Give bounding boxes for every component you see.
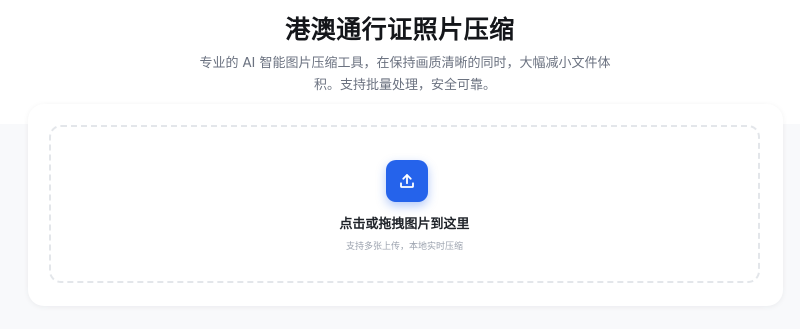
- dropzone-title: 点击或拖拽图片到这里: [339, 217, 470, 232]
- dropzone-hint: 支持多张上传，本地实时压缩: [345, 242, 463, 252]
- upload-icon: [400, 174, 414, 188]
- page-subtitle: 专业的 AI 智能图片压缩工具，在保持画质清晰的同时，大幅减小文件体积。支持批量…: [199, 56, 611, 93]
- page: 港澳通行证照片压缩 专业的 AI 智能图片压缩工具，在保持画质清晰的同时，大幅减…: [0, 0, 800, 329]
- upload-button[interactable]: [386, 160, 428, 202]
- upload-card: 点击或拖拽图片到这里 支持多张上传，本地实时压缩: [28, 104, 783, 306]
- upload-dropzone[interactable]: 点击或拖拽图片到这里 支持多张上传，本地实时压缩: [49, 125, 760, 283]
- page-title: 港澳通行证照片压缩: [285, 15, 515, 44]
